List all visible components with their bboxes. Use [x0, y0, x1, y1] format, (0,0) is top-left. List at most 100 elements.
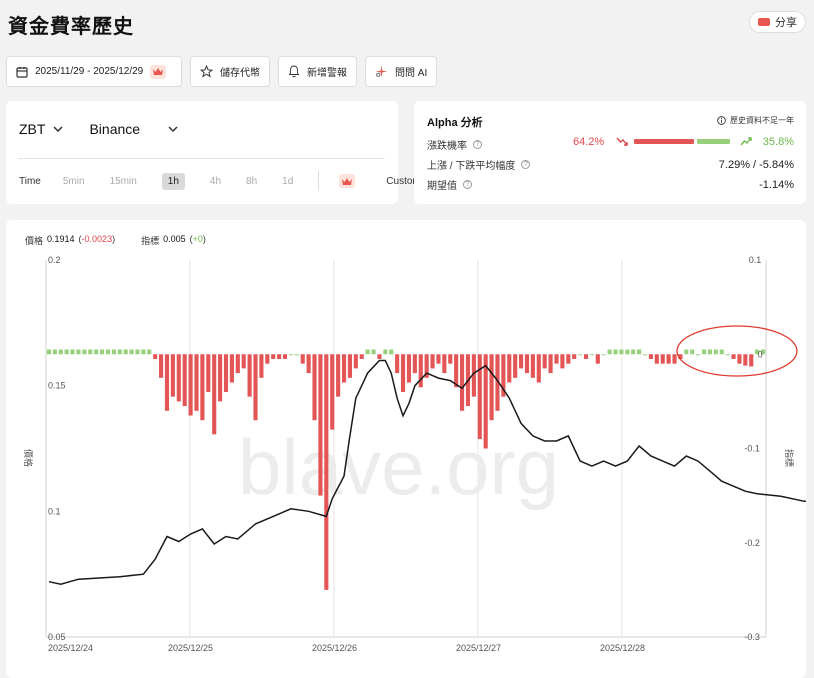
indicator-bar	[253, 354, 258, 421]
indicator-bar	[88, 349, 93, 355]
crown-icon	[339, 174, 356, 188]
trend-up-icon	[740, 137, 752, 146]
timeframe-option[interactable]: 8h	[246, 176, 257, 187]
indicator-bar	[365, 349, 370, 355]
indicator-bar	[460, 354, 465, 411]
trend-down-icon	[616, 137, 628, 146]
indicator-bar	[400, 354, 406, 392]
save-token-button[interactable]: 儲存代幣	[190, 56, 270, 87]
indicator-bar	[153, 354, 158, 359]
rise-probability-bar	[697, 139, 730, 144]
indicator-bar	[206, 354, 211, 392]
indicator-bar	[613, 349, 618, 355]
indicator-bar	[58, 349, 63, 355]
indicator-value: 0.005	[163, 234, 186, 244]
left-axis-tick: 0.2	[48, 255, 61, 265]
ask-ai-button[interactable]: 問問 AI	[365, 56, 438, 87]
indicator-bar	[271, 354, 276, 359]
x-axis-tick: 2025/12/27	[456, 643, 501, 653]
indicator-bar	[223, 354, 229, 392]
indicator-bar	[135, 349, 140, 355]
share-button[interactable]: 分享	[749, 11, 806, 33]
indicator-bar	[701, 349, 707, 355]
exchange-select[interactable]: Binance	[89, 121, 140, 137]
indicator-bar	[383, 349, 388, 355]
indicator-bar	[94, 349, 99, 355]
ask-ai-label: 問問 AI	[395, 68, 428, 79]
indicator-bar	[182, 354, 187, 407]
add-alert-button[interactable]: 新增警報	[278, 56, 357, 87]
indicator-bar	[548, 354, 553, 374]
indicator-bar	[530, 354, 535, 378]
left-axis-title: 價格	[23, 449, 34, 467]
annotation-circle	[676, 325, 798, 377]
toolbar: 2025/11/29 - 2025/12/29 儲存代幣 新增警報 問問 AI	[6, 56, 438, 87]
chevron-down-icon[interactable]	[168, 126, 178, 132]
indicator-bar	[519, 354, 524, 369]
indicator-bar	[129, 349, 134, 355]
indicator-bar	[436, 354, 441, 364]
indicator-bar	[389, 349, 394, 355]
indicator-bar	[489, 354, 494, 421]
indicator-bar	[159, 354, 164, 378]
expected-value-row: 期望值 ? -1.14%	[427, 177, 794, 193]
indicator-bar	[324, 354, 329, 590]
indicator-bar	[64, 349, 69, 355]
indicator-bar	[696, 354, 701, 356]
avg-range-value: 7.29% / -5.84%	[718, 158, 794, 171]
crown-icon	[150, 64, 167, 79]
indicator-bar	[595, 354, 600, 364]
x-axis-tick: 2025/12/26	[312, 643, 357, 653]
indicator-bar	[377, 354, 382, 359]
date-range-picker[interactable]: 2025/11/29 - 2025/12/29	[6, 56, 182, 87]
chevron-down-icon[interactable]	[53, 126, 63, 132]
indicator-bar	[300, 354, 305, 364]
help-icon[interactable]: ?	[521, 160, 531, 169]
indicator-bar	[330, 354, 335, 430]
watermark: blave.org	[238, 423, 559, 511]
indicator-bar	[583, 354, 589, 359]
indicator-change: +0	[192, 234, 203, 244]
indicator-bar	[625, 349, 630, 355]
indicator-bar	[536, 354, 541, 383]
star-icon	[200, 65, 213, 78]
timeframe-option[interactable]: 5min	[63, 176, 85, 187]
indicator-bar	[235, 354, 240, 374]
indicator-bar	[52, 349, 57, 355]
rise-fall-label: 漲跌機率	[427, 141, 467, 152]
left-axis-tick: 0.1	[48, 506, 61, 516]
indicator-bar	[684, 349, 689, 355]
indicator-bar	[607, 349, 612, 355]
indicator-bar	[648, 354, 653, 359]
alpha-analysis-panel: Alpha 分析 歷史資料不足一年 漲跌機率 ? 64.2% 35.8% 上漲 …	[414, 101, 806, 204]
indicator-bar	[46, 349, 52, 355]
funding-rate-chart[interactable]: blave.org 0.2 0.15 0.1 0.05 0.1 0 -0.1 -0.2 -0.…	[6, 220, 806, 678]
chart-panel: blave.org 0.2 0.15 0.1 0.05 0.1 0 -0.1 -0.2 -0.…	[6, 220, 806, 678]
timeframe-option[interactable]: 4h	[210, 176, 221, 187]
indicator-bar	[164, 354, 170, 411]
indicator-bar	[318, 354, 323, 496]
left-axis-tick: 0.05	[48, 632, 66, 642]
indicator-bar	[707, 349, 712, 355]
indicator-bar	[713, 349, 718, 355]
timeframe-option-active[interactable]: 1h	[161, 172, 185, 190]
indicator-bar	[448, 354, 453, 364]
indicator-bar	[105, 349, 111, 355]
indicator-bar	[731, 354, 736, 359]
indicator-bar	[282, 354, 288, 359]
timeframe-option[interactable]: 1d	[282, 176, 293, 187]
indicator-bar	[353, 354, 358, 369]
indicator-bar	[725, 354, 730, 356]
help-icon[interactable]: ?	[463, 180, 472, 189]
help-icon[interactable]: ?	[473, 140, 482, 149]
symbol-select[interactable]: ZBT	[19, 121, 45, 137]
timeframe-option[interactable]: 15min	[110, 176, 137, 187]
right-axis-tick: -0.1	[744, 444, 760, 454]
indicator-bar	[347, 354, 352, 378]
rise-fall-row: 漲跌機率 ?	[427, 137, 794, 152]
ai-sparkle-icon	[375, 65, 388, 78]
info-icon	[717, 116, 726, 125]
right-axis-tick: -0.2	[744, 538, 760, 548]
indicator-bar	[82, 349, 87, 355]
add-alert-label: 新增警報	[307, 68, 347, 79]
